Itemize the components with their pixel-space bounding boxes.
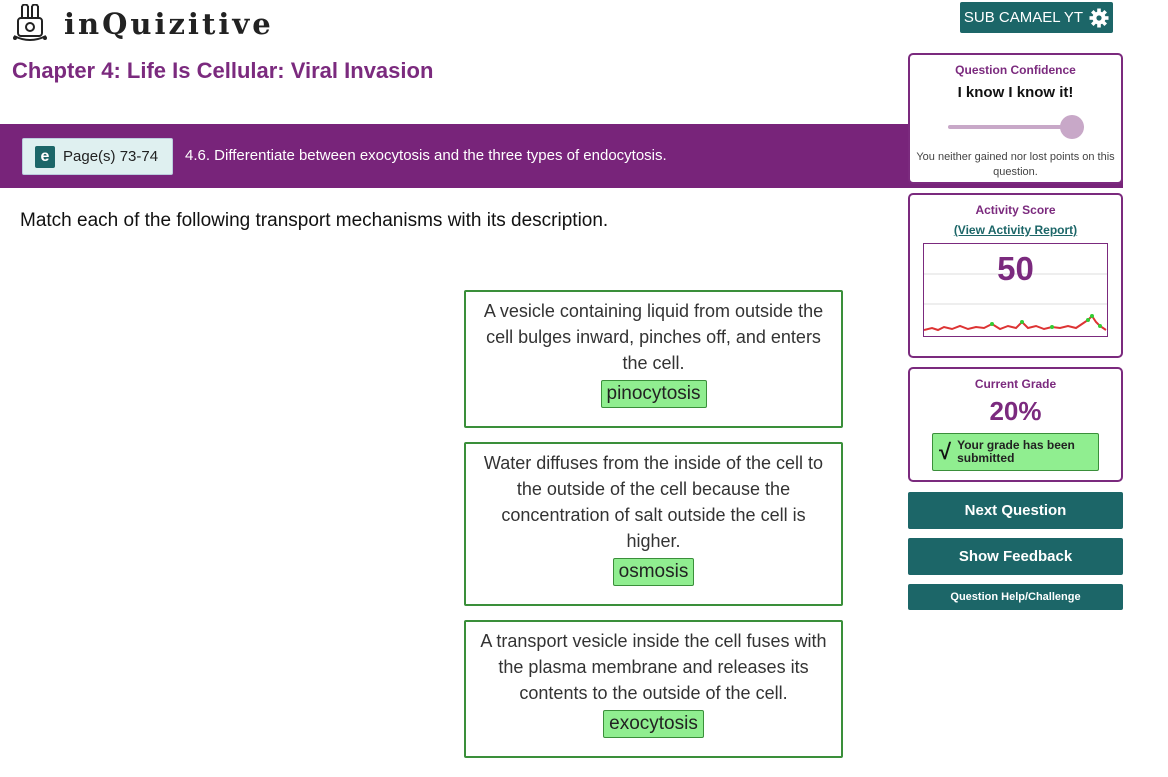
checkmark-icon: √ xyxy=(939,439,952,464)
show-feedback-button[interactable]: Show Feedback xyxy=(908,538,1123,575)
match-answer[interactable]: pinocytosis xyxy=(600,380,707,408)
grade-title: Current Grade xyxy=(974,377,1057,391)
page-range-label: Page(s) 73-74 xyxy=(63,148,159,165)
match-description: A transport vesicle inside the cell fuse… xyxy=(480,631,827,703)
activity-graph: 50 xyxy=(923,243,1108,337)
grade-submitted-badge: √ Your grade has been submitted xyxy=(932,433,1099,471)
gear-icon xyxy=(1089,8,1109,27)
activity-score-panel: Activity Score (View Activity Report) 50 xyxy=(908,193,1123,358)
view-activity-report-link[interactable]: (View Activity Report) xyxy=(910,223,1121,237)
submitted-text: Your grade has been submitted xyxy=(957,438,1075,465)
confidence-note: You neither gained nor lost points on th… xyxy=(916,151,1115,178)
question-confidence-panel: Question Confidence I know I know it! Yo… xyxy=(908,53,1123,184)
logo-wordmark: inQuizitive xyxy=(64,7,274,41)
chapter-title: Chapter 4: Life Is Cellular: Viral Invas… xyxy=(12,58,434,83)
grade-value: 20% xyxy=(989,396,1042,426)
learning-objective: 4.6. Differentiate between exocytosis an… xyxy=(185,147,667,164)
activity-title: Activity Score xyxy=(975,203,1056,217)
user-menu-button[interactable]: SUB CAMAEL YT xyxy=(960,2,1113,33)
slider-knob[interactable] xyxy=(1059,115,1084,139)
match-answer[interactable]: exocytosis xyxy=(603,710,704,738)
match-description: Water diffuses from the inside of the ce… xyxy=(483,453,824,551)
ebook-pages-button[interactable]: e Page(s) 73-74 xyxy=(22,138,173,175)
question-help-button[interactable]: Question Help/Challenge xyxy=(908,584,1123,610)
ebook-icon: e xyxy=(35,145,55,168)
match-answer[interactable]: osmosis xyxy=(612,558,695,586)
match-item-osmosis: Water diffuses from the inside of the ce… xyxy=(464,442,843,606)
inquizitive-logo: inQuizitive xyxy=(10,4,274,44)
confidence-value: I know I know it! xyxy=(957,84,1074,101)
match-item-pinocytosis: A vesicle containing liquid from outside… xyxy=(464,290,843,428)
next-question-button[interactable]: Next Question xyxy=(908,492,1123,529)
question-prompt: Match each of the following transport me… xyxy=(20,210,609,231)
match-item-exocytosis: A transport vesicle inside the cell fuse… xyxy=(464,620,843,758)
current-grade-panel: Current Grade 20% √ Your grade has been … xyxy=(908,367,1123,482)
confidence-slider[interactable] xyxy=(947,115,1084,139)
confidence-title: Question Confidence xyxy=(955,63,1076,77)
activity-score-value: 50 xyxy=(997,250,1034,287)
rabbit-logo-icon xyxy=(13,4,47,41)
match-description: A vesicle containing liquid from outside… xyxy=(483,301,824,373)
user-name: SUB CAMAEL YT xyxy=(963,9,1084,26)
